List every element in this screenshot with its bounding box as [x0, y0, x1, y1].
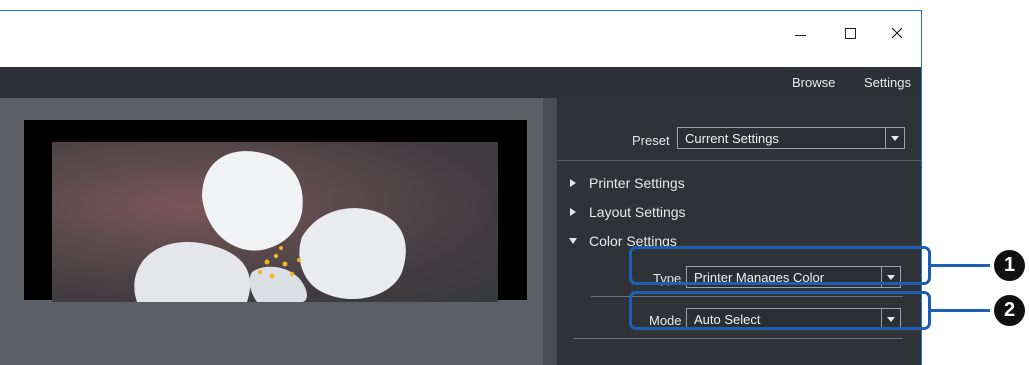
- chevron-down-icon: [885, 128, 904, 148]
- menu-browse[interactable]: Browse: [792, 75, 835, 90]
- preset-label: Preset: [632, 133, 670, 148]
- title-bar: [0, 11, 921, 67]
- callout-highlight-mode: [629, 291, 931, 330]
- minimize-button[interactable]: [785, 21, 815, 45]
- callout-number-badge: 1: [994, 250, 1025, 281]
- preview-image: [52, 142, 498, 302]
- triangle-right-icon: [570, 208, 576, 216]
- section-label: Layout Settings: [589, 204, 686, 220]
- menu-bar: Browse Settings: [0, 67, 921, 98]
- close-icon: [891, 27, 903, 39]
- divider: [557, 160, 921, 161]
- preset-dropdown[interactable]: Current Settings: [677, 127, 905, 149]
- menu-settings[interactable]: Settings: [864, 75, 911, 90]
- minimize-icon: [794, 34, 806, 36]
- divider: [573, 338, 903, 339]
- triangle-down-icon: [569, 238, 577, 244]
- triangle-right-icon: [570, 179, 576, 187]
- callout-leader-line: [930, 309, 990, 312]
- callout-number-badge: 2: [994, 295, 1025, 326]
- section-label: Printer Settings: [589, 175, 685, 191]
- panel-divider[interactable]: [543, 98, 557, 365]
- maximize-button[interactable]: [835, 21, 865, 45]
- callout-highlight-type: [629, 246, 931, 285]
- preset-value: Current Settings: [685, 131, 779, 146]
- callout-leader-line: [930, 264, 990, 267]
- close-button[interactable]: [882, 21, 912, 45]
- maximize-icon: [844, 27, 856, 39]
